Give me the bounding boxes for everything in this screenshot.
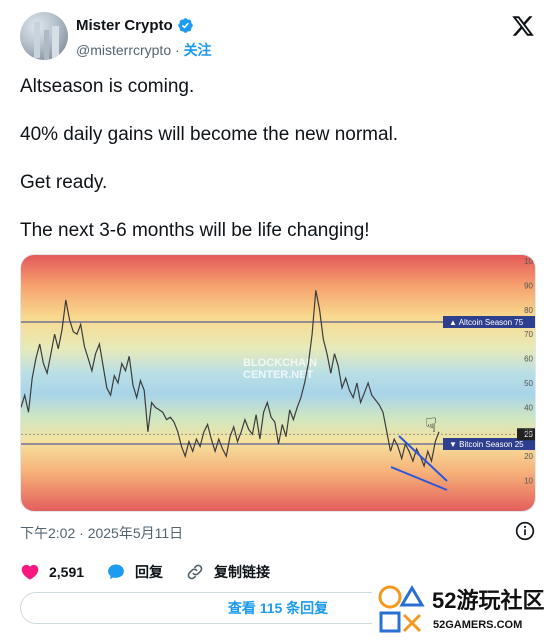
y-tick-label: 20	[524, 452, 533, 461]
author-name-row: Mister Crypto	[76, 17, 194, 34]
y-tick-label: 10	[524, 257, 533, 266]
reference-line-label: ▲ Altcoin Season 75	[449, 318, 524, 327]
heart-icon	[21, 564, 39, 580]
avatar[interactable]	[20, 12, 68, 60]
tweet-text-line-1: Altseason is coming.	[20, 76, 195, 97]
speech-bubble-icon	[108, 564, 124, 580]
reference-line-label: ▼ Bitcoin Season 25	[449, 440, 524, 449]
link-icon	[187, 564, 203, 580]
y-tick-label: 80	[524, 306, 533, 315]
altseason-index-chart: BLOCKCHAIN CENTER.NET ▲ Altcoin Season 7…	[21, 255, 535, 511]
y-tick-label: 60	[524, 355, 533, 364]
watermark-triangle-icon	[399, 585, 425, 607]
copy-link-label: 复制链接	[214, 564, 271, 580]
watermark-cross-icon	[402, 613, 422, 633]
watermark-domain: 52GAMERS.COM	[433, 619, 522, 631]
y-tick-label: 90	[524, 281, 533, 290]
y-tick-label: 10	[524, 477, 533, 486]
author-handle[interactable]: @misterrcrypto	[76, 42, 171, 58]
author-name[interactable]: Mister Crypto	[76, 17, 173, 34]
watermark-square-icon	[379, 611, 401, 633]
reply-label: 回复	[135, 564, 164, 580]
chart-watermark-line-1: BLOCKCHAIN	[243, 357, 317, 369]
y-tick-label: 70	[524, 330, 533, 339]
info-icon[interactable]	[515, 521, 535, 541]
like-count: 2,591	[49, 564, 85, 580]
copy-link-button[interactable]: 复制链接	[185, 562, 270, 582]
tweet-timestamp[interactable]: 下午2:02 · 2025年5月11日	[20, 523, 183, 543]
follow-button[interactable]: 关注	[184, 42, 212, 58]
y-tick-label: 30	[524, 428, 533, 437]
tweet-image-chart[interactable]: BLOCKCHAIN CENTER.NET ▲ Altcoin Season 7…	[20, 254, 536, 512]
tweet-card: Mister Crypto @misterrcrypto · 关注 Altsea…	[0, 0, 555, 642]
tweet-text-line-2: 40% daily gains will become the new norm…	[20, 124, 399, 145]
x-logo-icon[interactable]	[511, 14, 535, 38]
watermark-circle-icon	[378, 585, 402, 609]
handle-separator: ·	[175, 42, 180, 58]
tweet-text-line-3: Get ready.	[20, 172, 108, 193]
reply-button[interactable]: 回复	[106, 562, 163, 582]
handle-row: @misterrcrypto · 关注	[76, 40, 212, 60]
verified-badge-icon	[177, 18, 193, 33]
action-bar: 2,591 回复 复制链接	[20, 562, 292, 582]
chart-watermark-line-2: CENTER.NET	[243, 369, 314, 381]
like-button[interactable]: 2,591	[20, 562, 84, 582]
y-tick-label: 50	[524, 379, 533, 388]
y-tick-label: 40	[524, 403, 533, 412]
watermark-brand: 52游玩社区	[432, 588, 544, 613]
pointing-hand-icon: ☟	[425, 413, 437, 437]
site-watermark: 52游玩社区 52GAMERS.COM	[372, 575, 555, 642]
tweet-text-line-4: The next 3-6 months will be life changin…	[20, 220, 370, 241]
